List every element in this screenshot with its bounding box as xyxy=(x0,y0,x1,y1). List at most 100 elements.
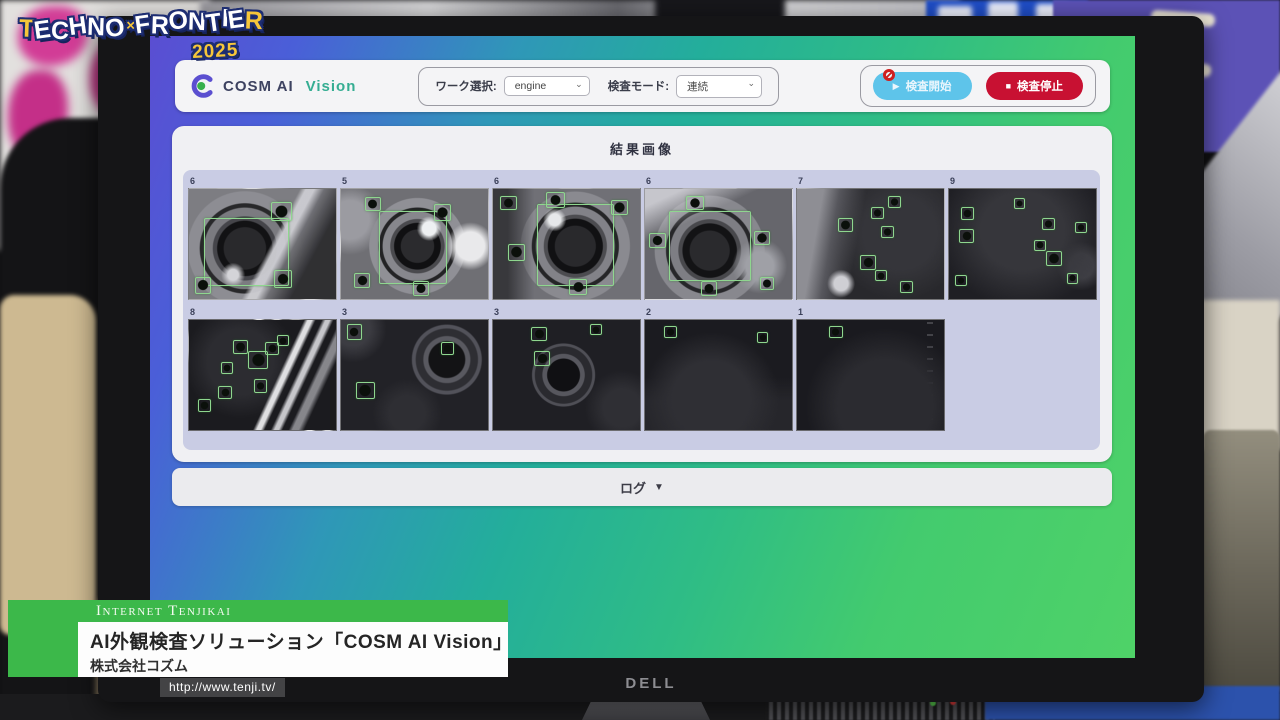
detection-count-label: 9 xyxy=(948,175,1097,188)
event-logo-letter: R xyxy=(150,13,169,39)
event-logo-year: 2025 xyxy=(192,40,239,64)
detection-bounding-box xyxy=(1042,218,1055,230)
detection-bounding-box xyxy=(218,386,231,399)
result-image-cell[interactable]: 3 xyxy=(492,306,641,431)
bolt-hole xyxy=(510,246,523,258)
engine-inspection-image xyxy=(492,319,641,431)
caret-down-icon: ▼ xyxy=(654,482,664,493)
results-title: 結果画像 xyxy=(172,126,1112,158)
bolt-hole xyxy=(1069,274,1077,281)
engine-part-display xyxy=(1203,430,1280,695)
detection-bounding-box xyxy=(590,324,602,335)
bolt-hole xyxy=(666,328,675,336)
result-image-cell[interactable]: 3 xyxy=(340,306,489,431)
detection-bounding-box xyxy=(413,281,429,295)
detection-bounding-box xyxy=(860,255,876,270)
inspection-button-group: ▶ 検査開始 ■ 検査停止 xyxy=(860,65,1096,107)
inspection-stop-button[interactable]: ■ 検査停止 xyxy=(986,72,1083,100)
bolt-hole xyxy=(223,364,231,372)
bolt-hole xyxy=(357,275,368,286)
event-logo-letter: O xyxy=(167,8,190,35)
detection-bounding-box xyxy=(534,351,550,366)
event-logo-letter: O xyxy=(104,15,127,42)
detection-bounding-box xyxy=(669,211,751,281)
detection-count-label: 7 xyxy=(796,175,945,188)
bolt-hole xyxy=(221,388,230,397)
bolt-hole xyxy=(503,198,514,208)
result-image-cell[interactable]: 9 xyxy=(948,175,1097,300)
bolt-hole xyxy=(277,273,290,286)
bolt-hole xyxy=(883,228,892,236)
select-group: ワーク選択: engine ⌄ 検査モード: 連続 ⌄ xyxy=(418,67,779,106)
engine-inspection-image xyxy=(948,188,1097,300)
bolt-hole xyxy=(1036,241,1044,248)
mode-select-label: 検査モード: xyxy=(608,78,669,94)
bolt-hole xyxy=(840,220,850,230)
bolt-hole xyxy=(197,279,208,291)
chevron-down-icon: ⌄ xyxy=(575,79,583,90)
detection-bounding-box xyxy=(1014,198,1026,209)
bolt-hole xyxy=(592,326,600,333)
bolt-hole xyxy=(349,327,359,338)
log-bar[interactable]: ログ ▼ xyxy=(172,468,1112,506)
result-image-cell[interactable]: 2 xyxy=(644,306,793,431)
work-select-dropdown[interactable]: engine ⌄ xyxy=(504,76,590,96)
result-image-cell[interactable]: 6 xyxy=(644,175,793,300)
engine-inspection-image xyxy=(340,319,489,431)
bolt-hole xyxy=(863,257,874,268)
detection-bounding-box xyxy=(701,281,717,295)
bolt-hole xyxy=(652,235,663,246)
result-image-cell[interactable]: 7 xyxy=(796,175,945,300)
caption-company: 株式会社コズム xyxy=(90,656,496,676)
result-image-cell[interactable]: 6 xyxy=(188,175,337,300)
bolt-hole xyxy=(358,384,372,397)
bolt-hole xyxy=(572,282,585,293)
log-label: ログ xyxy=(620,478,646,497)
bolt-hole xyxy=(890,198,899,206)
detection-bounding-box xyxy=(379,211,447,284)
bolt-hole xyxy=(534,329,545,339)
detection-bounding-box xyxy=(569,279,587,294)
result-image-cell[interactable]: 8 xyxy=(188,306,337,431)
bolt-hole xyxy=(235,342,245,352)
bolt-hole xyxy=(962,231,972,241)
bolt-hole xyxy=(689,198,702,208)
engine-inspection-image xyxy=(796,319,945,431)
bolt-hole xyxy=(877,272,885,279)
detection-bounding-box xyxy=(221,362,233,374)
work-select-label: ワーク選択: xyxy=(435,78,496,94)
result-image-cell[interactable]: 5 xyxy=(340,175,489,300)
mode-select-dropdown[interactable]: 連続 ⌄ xyxy=(676,75,762,98)
bolt-hole xyxy=(279,337,287,344)
result-grid-row: 83321 xyxy=(188,306,1100,431)
bolt-hole xyxy=(759,334,767,341)
bolt-hole xyxy=(415,284,426,294)
bolt-hole xyxy=(902,283,911,291)
detection-count-label: 6 xyxy=(492,175,641,188)
machine xyxy=(1200,300,1280,450)
result-image-cell[interactable]: 1 xyxy=(796,306,945,431)
engine-inspection-image xyxy=(340,188,489,300)
detection-count-label: 6 xyxy=(644,175,793,188)
mode-select-field: 検査モード: 連続 ⌄ xyxy=(608,75,762,98)
cosm-logo-icon xyxy=(189,73,215,99)
bolt-hole xyxy=(256,382,265,391)
app-logo: COSM AI Vision xyxy=(189,73,356,99)
detection-bounding-box xyxy=(537,204,613,285)
app-header: COSM AI Vision ワーク選択: engine ⌄ 検査モード: 連続… xyxy=(175,60,1110,112)
bolt-hole xyxy=(963,209,972,218)
detection-bounding-box xyxy=(959,229,974,243)
engine-inspection-image xyxy=(644,188,793,300)
detection-bounding-box xyxy=(900,281,913,293)
bolt-hole xyxy=(957,277,965,284)
bolt-hole xyxy=(873,209,882,217)
engine-inspection-image xyxy=(644,319,793,431)
bolt-hole xyxy=(443,344,452,353)
bolt-hole xyxy=(436,207,449,219)
inspection-start-button[interactable]: ▶ 検査開始 xyxy=(873,72,972,100)
detection-bounding-box xyxy=(356,382,375,400)
result-image-cell[interactable]: 6 xyxy=(492,175,641,300)
bolt-hole xyxy=(1077,224,1085,231)
detection-bounding-box xyxy=(198,399,211,412)
detection-bounding-box xyxy=(347,324,362,339)
